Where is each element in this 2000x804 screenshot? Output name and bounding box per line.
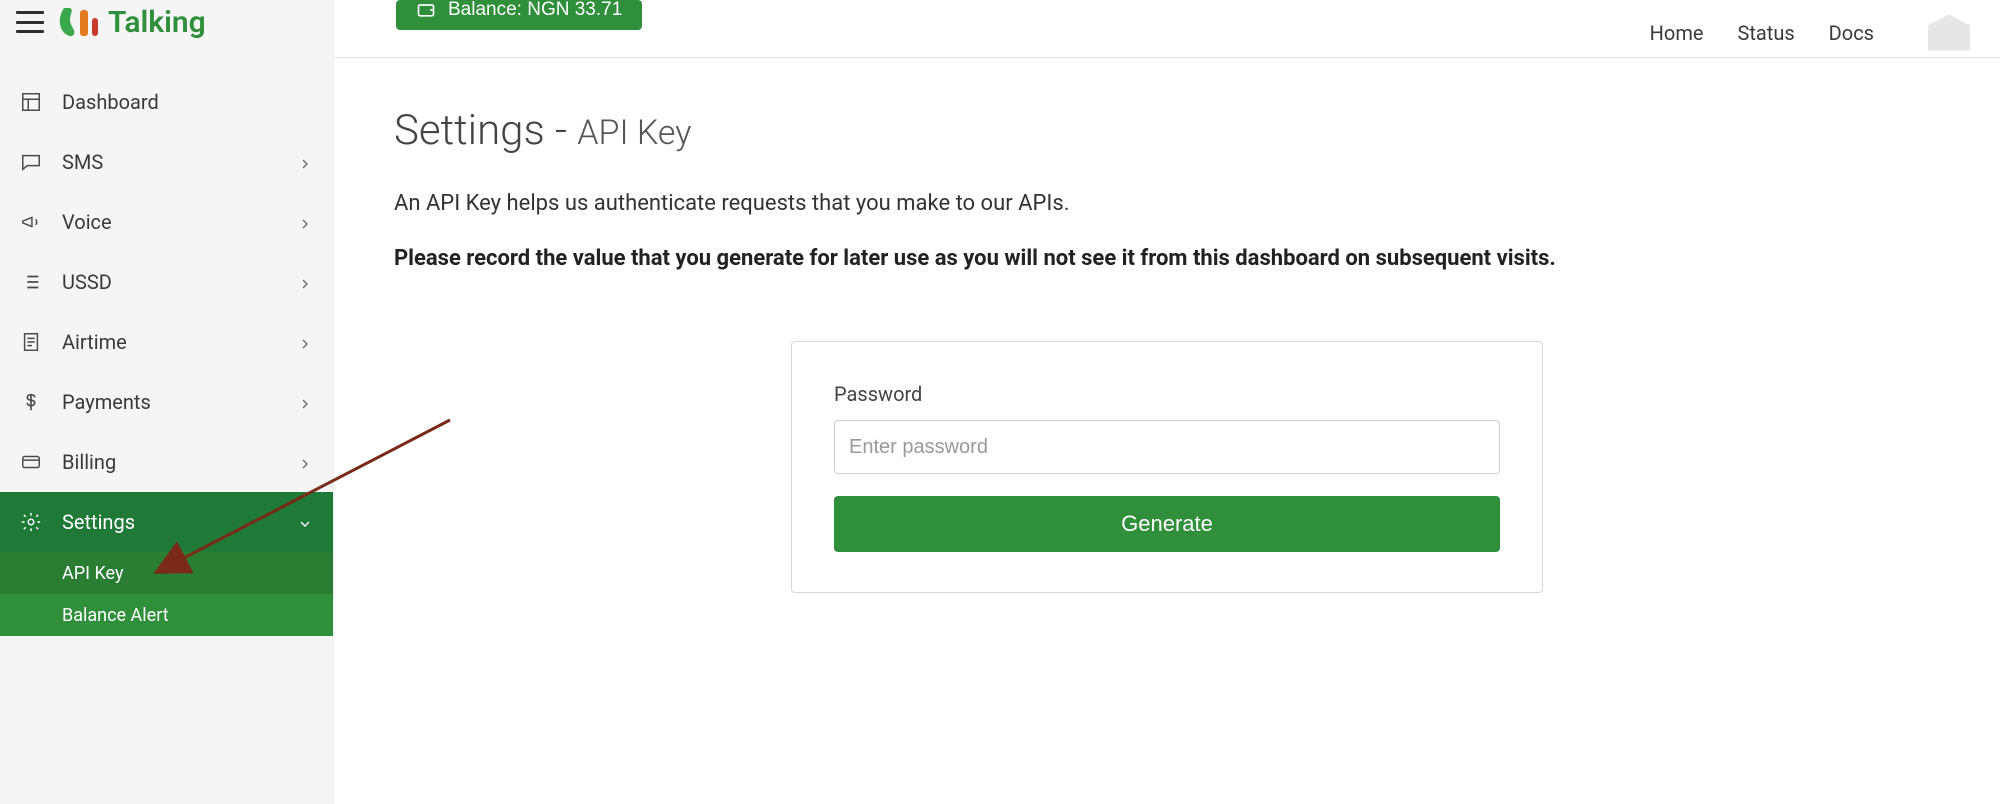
avatar[interactable] xyxy=(1928,15,1970,51)
topbar: Balance: NGN 33.71 Home Status Docs xyxy=(334,0,2000,58)
chevron-right-icon xyxy=(297,153,315,171)
main-content: Settings - API Key An API Key helps us a… xyxy=(334,58,2000,804)
sidebar-subitem-balance-alert[interactable]: Balance Alert xyxy=(0,594,333,636)
sidebar-item-voice[interactable]: Voice xyxy=(0,192,333,252)
sidebar-item-settings[interactable]: Settings xyxy=(0,492,333,552)
api-key-card: Password Generate xyxy=(791,341,1543,593)
sidebar-subitem-label: Balance Alert xyxy=(62,605,169,626)
page-title-main: Settings xyxy=(394,106,545,155)
sidebar-item-airtime[interactable]: Airtime xyxy=(0,312,333,372)
chevron-down-icon xyxy=(297,513,315,531)
sidebar-item-label: Payments xyxy=(62,390,151,414)
sidebar: Talking Dashboard SMS Voice xyxy=(0,0,334,804)
balance-label: Balance: NGN 33.71 xyxy=(448,0,622,21)
credit-card-icon xyxy=(18,449,44,475)
megaphone-icon xyxy=(18,209,44,235)
balance-button[interactable]: Balance: NGN 33.71 xyxy=(396,0,642,30)
password-label: Password xyxy=(834,382,1500,406)
sidebar-item-label: SMS xyxy=(62,150,103,174)
intro-text-1: An API Key helps us authenticate request… xyxy=(394,191,1940,216)
intro-text-2: Please record the value that you generat… xyxy=(394,246,1940,271)
dollar-icon xyxy=(18,389,44,415)
sidebar-item-label: Voice xyxy=(62,210,112,234)
africa-logo-icon xyxy=(56,4,100,40)
dashboard-icon xyxy=(18,89,44,115)
sidebar-nav: Dashboard SMS Voice USSD xyxy=(0,52,333,804)
sidebar-item-dashboard[interactable]: Dashboard xyxy=(0,72,333,132)
sidebar-item-payments[interactable]: Payments xyxy=(0,372,333,432)
sidebar-item-sms[interactable]: SMS xyxy=(0,132,333,192)
sidebar-subitem-api-key[interactable]: API Key xyxy=(0,552,333,594)
password-input[interactable] xyxy=(834,420,1500,474)
chevron-right-icon xyxy=(297,273,315,291)
receipt-icon xyxy=(18,329,44,355)
menu-toggle-icon[interactable] xyxy=(16,11,44,33)
sidebar-item-ussd[interactable]: USSD xyxy=(0,252,333,312)
chevron-right-icon xyxy=(297,453,315,471)
sidebar-item-label: Settings xyxy=(62,510,135,534)
page-title-sub: API Key xyxy=(577,113,691,153)
generate-button[interactable]: Generate xyxy=(834,496,1500,552)
brand-logo[interactable]: Talking xyxy=(56,4,206,40)
sidebar-header: Talking xyxy=(0,0,333,52)
list-icon xyxy=(18,269,44,295)
wallet-icon xyxy=(416,0,436,20)
chat-icon xyxy=(18,149,44,175)
chevron-right-icon xyxy=(297,213,315,231)
topbar-link-docs[interactable]: Docs xyxy=(1829,21,1874,45)
page-title: Settings - API Key xyxy=(394,106,1940,155)
sidebar-item-label: Billing xyxy=(62,450,116,474)
sidebar-item-billing[interactable]: Billing xyxy=(0,432,333,492)
topbar-link-status[interactable]: Status xyxy=(1737,21,1794,45)
gear-icon xyxy=(18,509,44,535)
sidebar-item-label: USSD xyxy=(62,270,112,294)
topbar-link-home[interactable]: Home xyxy=(1650,21,1704,45)
sidebar-item-label: Airtime xyxy=(62,330,127,354)
brand-name: Talking xyxy=(108,5,206,40)
chevron-right-icon xyxy=(297,393,315,411)
page-title-sep: - xyxy=(545,106,578,155)
chevron-right-icon xyxy=(297,333,315,351)
sidebar-item-label: Dashboard xyxy=(62,90,159,114)
topbar-links: Home Status Docs xyxy=(1650,0,1970,57)
sidebar-subitem-label: API Key xyxy=(62,563,123,584)
